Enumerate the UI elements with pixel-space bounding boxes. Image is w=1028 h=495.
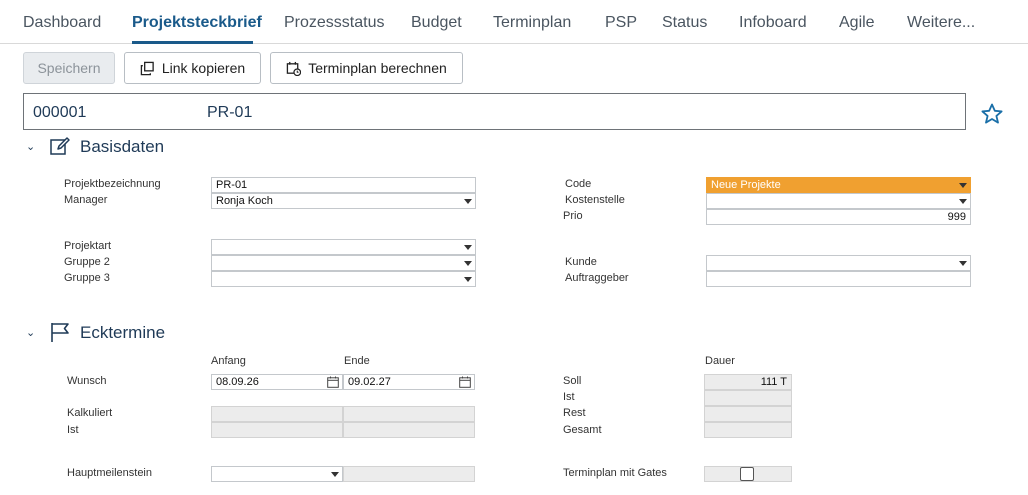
project-title-box: 000001 PR-01	[23, 93, 966, 130]
code-select[interactable]: Neue Projekte	[706, 177, 971, 193]
manager-value: Ronja Koch	[216, 195, 273, 207]
chevron-down-icon	[959, 261, 967, 266]
auftraggeber-input[interactable]	[706, 271, 971, 287]
calendar-clock-icon	[286, 61, 302, 76]
ist-anfang-field	[211, 422, 343, 438]
calc-schedule-label: Terminplan berechnen	[308, 60, 447, 76]
wunsch-ende-date-input[interactable]: 09.02.27	[343, 374, 475, 390]
kostenstelle-select[interactable]	[706, 193, 971, 209]
gesamt-dauer-field	[704, 422, 792, 438]
section-title-basisdaten: Basisdaten	[80, 137, 165, 156]
chevron-down-icon	[464, 261, 472, 266]
label-kunde: Kunde	[565, 256, 597, 268]
project-name: PR-01	[207, 104, 253, 121]
calendar-icon[interactable]	[327, 376, 339, 388]
flag-icon	[51, 323, 69, 342]
wunsch-anfang-value: 08.09.26	[216, 376, 259, 388]
save-button[interactable]: Speichern	[23, 52, 115, 84]
tab-agile[interactable]: Agile	[839, 14, 875, 32]
label-ende: Ende	[344, 355, 370, 367]
tab-bar: Dashboard Projektsteckbrief Prozessstatu…	[0, 0, 1028, 44]
label-projektart: Projektart	[64, 240, 112, 252]
calendar-icon[interactable]	[459, 376, 471, 388]
tab-prozessstatus[interactable]: Prozessstatus	[284, 14, 384, 32]
label-gruppe2: Gruppe 2	[64, 256, 110, 268]
label-kostenstelle: Kostenstelle	[565, 194, 625, 206]
ecktermine-collapse-chevron-icon[interactable]: ⌄	[26, 326, 35, 339]
label-dauer: Dauer	[705, 355, 735, 367]
label-kalkuliert: Kalkuliert	[67, 407, 113, 419]
copy-icon	[140, 61, 154, 75]
tab-terminplan[interactable]: Terminplan	[493, 14, 571, 32]
gruppe3-select[interactable]	[211, 271, 476, 287]
copy-link-label: Link kopieren	[161, 60, 246, 76]
label-hauptmeilenstein: Hauptmeilenstein	[67, 467, 152, 479]
hauptmeilenstein-date-field	[343, 466, 475, 482]
projektbezeichnung-input[interactable]: PR-01	[211, 177, 476, 193]
calc-schedule-button[interactable]: Terminplan berechnen	[270, 52, 463, 84]
section-title-ecktermine: Ecktermine	[80, 323, 166, 342]
project-number: 000001	[33, 104, 87, 121]
kalkuliert-ende-field	[343, 406, 475, 422]
chevron-down-icon	[959, 199, 967, 204]
label-rest: Rest	[563, 407, 586, 419]
tab-status[interactable]: Status	[662, 14, 707, 32]
favorite-star-icon[interactable]	[980, 102, 1004, 126]
gruppe2-select[interactable]	[211, 255, 476, 271]
tab-infoboard[interactable]: Infoboard	[739, 14, 807, 32]
kunde-select[interactable]	[706, 255, 971, 271]
soll-dauer-field: 111 T	[704, 374, 792, 390]
manager-select[interactable]: Ronja Koch	[211, 193, 476, 209]
code-value: Neue Projekte	[711, 179, 781, 191]
label-soll: Soll	[563, 375, 582, 387]
projektart-select[interactable]	[211, 239, 476, 255]
ist-dauer-field	[704, 390, 792, 406]
chevron-down-icon	[959, 183, 967, 188]
tab-dashboard[interactable]: Dashboard	[23, 14, 101, 32]
label-wunsch: Wunsch	[67, 375, 107, 387]
basisdaten-collapse-chevron-icon[interactable]: ⌄	[26, 140, 35, 153]
chevron-down-icon	[331, 472, 339, 477]
label-code: Code	[565, 178, 592, 190]
label-prio: Prio	[563, 210, 583, 222]
label-gruppe3: Gruppe 3	[64, 272, 110, 284]
tab-projektsteckbrief[interactable]: Projektsteckbrief	[132, 14, 262, 32]
kalkuliert-anfang-field	[211, 406, 343, 422]
wunsch-anfang-date-input[interactable]: 08.09.26	[211, 374, 343, 390]
active-tab-indicator	[132, 41, 253, 44]
ist-ende-field	[343, 422, 475, 438]
terminplan-gates-checkbox[interactable]	[740, 467, 754, 481]
chevron-down-icon	[464, 277, 472, 282]
label-ist: Ist	[67, 424, 79, 436]
label-gesamt: Gesamt	[563, 424, 602, 436]
tab-weitere[interactable]: Weitere...	[907, 14, 975, 32]
copy-link-button[interactable]: Link kopieren	[124, 52, 261, 84]
hauptmeilenstein-select[interactable]	[211, 466, 343, 482]
tab-budget[interactable]: Budget	[411, 14, 462, 32]
chevron-down-icon	[464, 199, 472, 204]
wunsch-ende-value: 09.02.27	[348, 376, 391, 388]
label-ist-dauer: Ist	[563, 391, 575, 403]
label-anfang: Anfang	[211, 355, 246, 367]
label-projektbezeichnung: Projektbezeichnung	[64, 178, 161, 190]
label-auftraggeber: Auftraggeber	[565, 272, 629, 284]
save-button-label: Speichern	[37, 60, 101, 76]
chevron-down-icon	[464, 245, 472, 250]
tab-psp[interactable]: PSP	[605, 14, 637, 32]
label-manager: Manager	[64, 194, 108, 206]
rest-dauer-field	[704, 406, 792, 422]
prio-input[interactable]: 999	[706, 209, 971, 225]
label-terminplan-gates: Terminplan mit Gates	[563, 467, 667, 479]
edit-icon	[50, 137, 70, 155]
